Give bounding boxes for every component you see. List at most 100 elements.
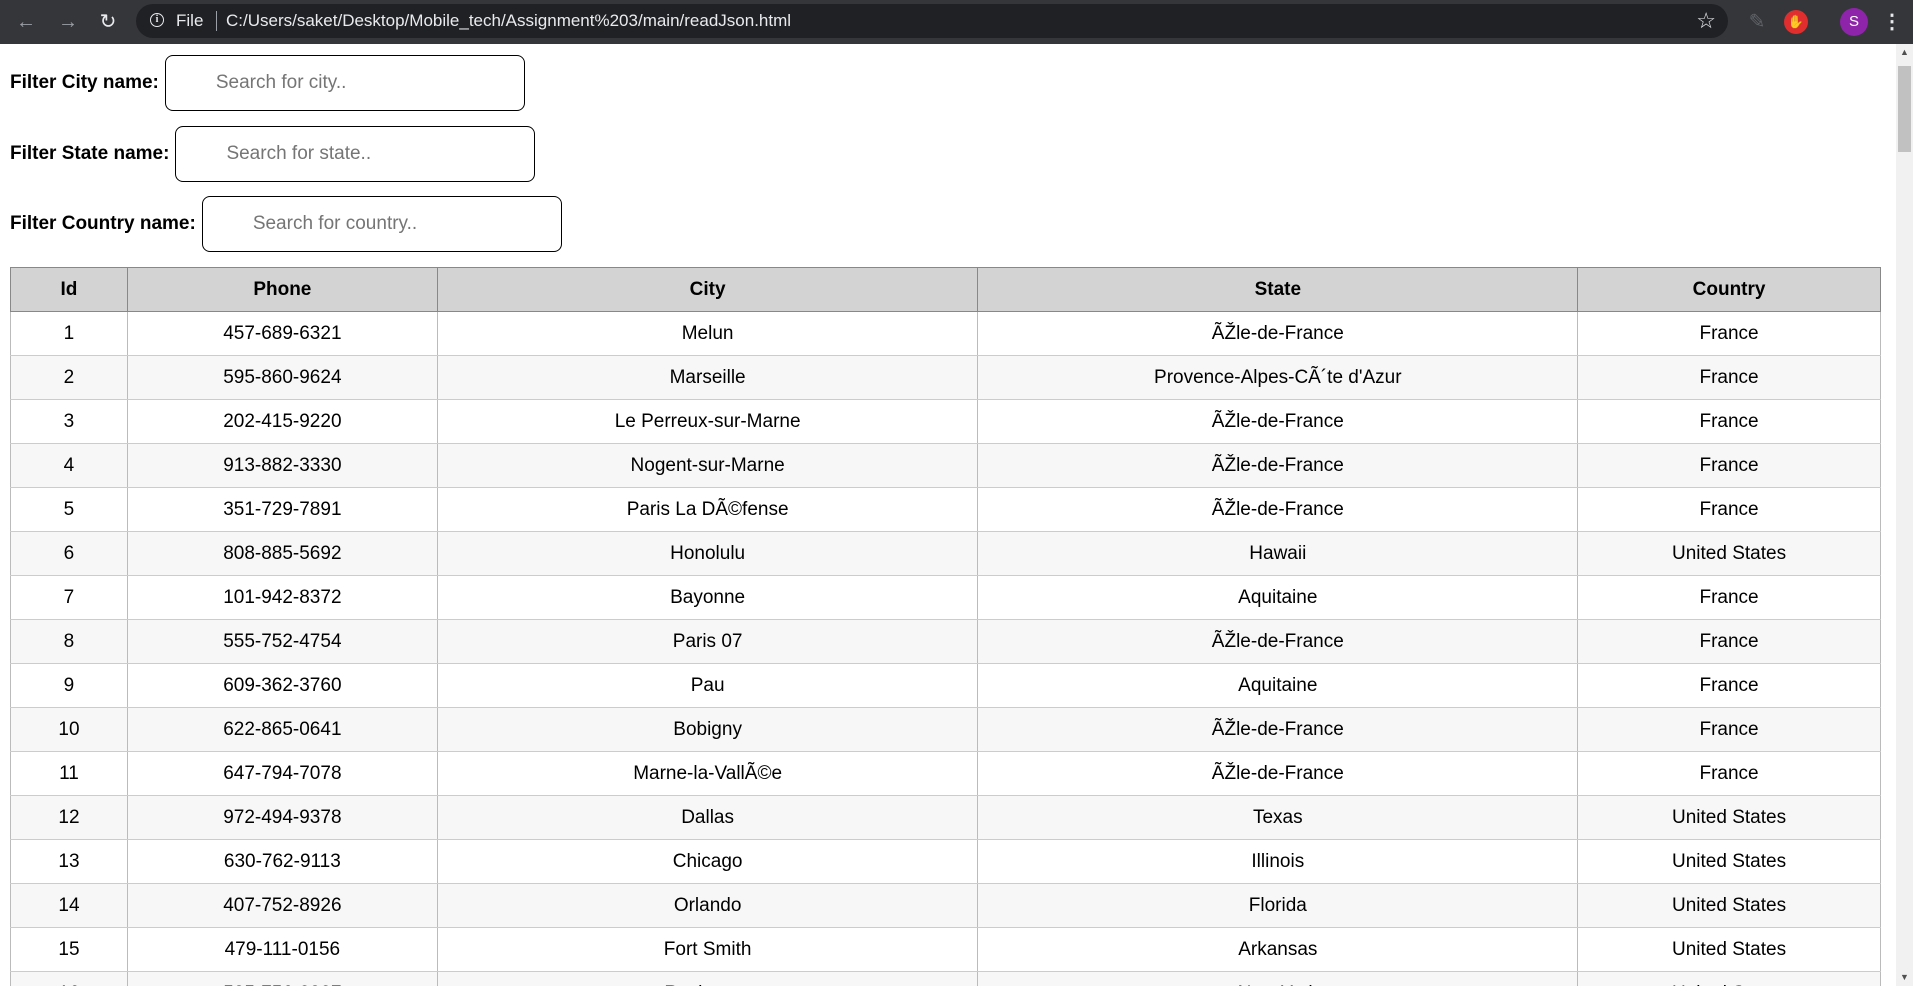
- table-row: 1 457-689-6321 Melun ÃŽle-de-France France: [10, 311, 1881, 356]
- table-row: 6 808-885-5692 Honolulu Hawaii United States: [10, 531, 1881, 576]
- cell-city: Dallas: [436, 795, 979, 840]
- vertical-scrollbar[interactable]: ▲ ▼: [1896, 44, 1913, 986]
- pencil-extension-icon[interactable]: ✎: [1745, 10, 1769, 34]
- cell-id: 1: [10, 311, 128, 356]
- cell-phone: 457-689-6321: [126, 311, 438, 356]
- cell-id: 10: [10, 707, 128, 752]
- cell-city: Honolulu: [436, 531, 979, 576]
- cell-country: France: [1577, 575, 1881, 620]
- table-row: 12 972-494-9378 Dallas Texas United States: [10, 795, 1881, 840]
- cell-city: Bobigny: [436, 707, 979, 752]
- country-filter-label: Filter Country name:: [10, 213, 196, 234]
- table-row: 11 647-794-7078 Marne-la-VallÃ©e ÃŽle-de-Fr…: [10, 751, 1881, 796]
- cell-state: Arkansas: [977, 927, 1579, 972]
- state-search-input[interactable]: [175, 126, 536, 182]
- cell-city: Paris 07: [436, 619, 979, 664]
- cell-country: France: [1577, 619, 1881, 664]
- cell-id: 2: [10, 355, 128, 400]
- cell-phone: 630-762-9113: [126, 839, 438, 884]
- cell-city: Orlando: [436, 883, 979, 928]
- cell-state: ÃŽle-de-France: [977, 751, 1579, 796]
- forward-arrow-icon[interactable]: →: [54, 8, 82, 36]
- cell-country: United States: [1577, 839, 1881, 884]
- cell-state: Hawaii: [977, 531, 1579, 576]
- table-row: 16585-756-2327RochesterNew YorkUnited St…: [10, 971, 1881, 986]
- scheme-label: File: [176, 11, 204, 30]
- cell-phone: 972-494-9378: [126, 795, 438, 840]
- cell-state: ÃŽle-de-France: [977, 619, 1579, 664]
- browser-toolbar: ← → ↻ i File C:/Users/saket/Desktop/Mobi…: [0, 0, 1913, 44]
- cell-id: 13: [10, 839, 128, 884]
- cell-state: ÃŽle-de-France: [977, 443, 1579, 488]
- cell-city: Paris La DÃ©fense: [436, 487, 979, 532]
- scroll-down-arrow-icon[interactable]: ▼: [1896, 969, 1913, 986]
- cell-city: Melun: [436, 311, 979, 356]
- cell-city: Chicago: [436, 839, 979, 884]
- cell-city: Marne-la-VallÃ©e: [436, 751, 979, 796]
- table-body: 1 457-689-6321 Melun ÃŽle-de-France France 2 5…: [10, 311, 1881, 986]
- cell-phone: 647-794-7078: [126, 751, 438, 796]
- cell-state: Illinois: [977, 839, 1579, 884]
- table-row: 10 622-865-0641 Bobigny ÃŽle-de-France Franc…: [10, 707, 1881, 752]
- cell-state: ÃŽle-de-France: [977, 707, 1579, 752]
- table-row: 14 407-752-8926 Orlando Florida United State…: [10, 883, 1881, 928]
- table-row: 15 479-111-0156 Fort Smith Arkansas United S…: [10, 927, 1881, 972]
- cell-phone: 351-729-7891: [126, 487, 438, 532]
- menu-dots-icon[interactable]: ⋮: [1882, 8, 1902, 36]
- bookmark-star-icon[interactable]: ☆: [1696, 8, 1716, 34]
- table-row: 8 555-752-4754 Paris 07 ÃŽle-de-France Franc…: [10, 619, 1881, 664]
- cell-country: France: [1577, 751, 1881, 796]
- country-filter: Filter Country name:: [10, 196, 562, 252]
- cell-phone: 585-756-2327: [126, 971, 438, 986]
- cell-country: France: [1577, 399, 1881, 444]
- cell-state: Texas: [977, 795, 1579, 840]
- stop-extension-icon[interactable]: ✋: [1784, 10, 1808, 34]
- cell-id: 16: [10, 971, 128, 986]
- cell-phone: 913-882-3330: [126, 443, 438, 488]
- cell-state: New York: [977, 971, 1579, 986]
- state-filter: Filter State name:: [10, 126, 536, 182]
- divider: [216, 11, 217, 31]
- column-header-city: City: [436, 267, 979, 312]
- cell-country: United States: [1577, 971, 1881, 986]
- cell-id: 12: [10, 795, 128, 840]
- back-arrow-icon[interactable]: ←: [12, 8, 40, 36]
- city-search-input[interactable]: [164, 55, 525, 111]
- cell-city: Pau: [436, 663, 979, 708]
- column-header-phone: Phone: [126, 267, 438, 312]
- url-text[interactable]: C:/Users/saket/Desktop/Mobile_tech/Assig…: [226, 11, 791, 31]
- cell-state: Aquitaine: [977, 663, 1579, 708]
- table-row: 3 202-415-9220 Le Perreux-sur-Marne ÃŽle-de…: [10, 399, 1881, 444]
- table-row: 2 595-860-9624 Marseille Provence-Alpes-CÃ´…: [10, 355, 1881, 400]
- state-filter-label: Filter State name:: [10, 143, 170, 164]
- cell-phone: 479-111-0156: [126, 927, 438, 972]
- profile-avatar[interactable]: S: [1840, 8, 1868, 36]
- cell-country: United States: [1577, 927, 1881, 972]
- cell-city: Rochester: [436, 971, 979, 986]
- cell-country: United States: [1577, 531, 1881, 576]
- cell-state: Aquitaine: [977, 575, 1579, 620]
- column-header-id: Id: [10, 267, 128, 312]
- cell-state: Florida: [977, 883, 1579, 928]
- cell-id: 8: [10, 619, 128, 664]
- cell-id: 6: [10, 531, 128, 576]
- country-search-input[interactable]: [201, 196, 562, 252]
- table-row: 7 101-942-8372 Bayonne Aquitaine France: [10, 575, 1881, 620]
- cell-city: Bayonne: [436, 575, 979, 620]
- address-bar[interactable]: i File C:/Users/saket/Desktop/Mobile_tec…: [136, 4, 1728, 38]
- cell-phone: 407-752-8926: [126, 883, 438, 928]
- cell-phone: 622-865-0641: [126, 707, 438, 752]
- info-icon[interactable]: i: [150, 13, 164, 27]
- cell-city: Marseille: [436, 355, 979, 400]
- cell-phone: 609-362-3760: [126, 663, 438, 708]
- cell-phone: 808-885-5692: [126, 531, 438, 576]
- scrollbar-thumb[interactable]: [1898, 66, 1911, 152]
- cell-country: France: [1577, 663, 1881, 708]
- city-filter-label: Filter City name:: [10, 72, 159, 93]
- scroll-up-arrow-icon[interactable]: ▲: [1896, 44, 1913, 61]
- cell-state: ÃŽle-de-France: [977, 487, 1579, 532]
- reload-icon[interactable]: ↻: [94, 8, 122, 36]
- page-viewport: Filter City name: Filter State name: Fil…: [0, 44, 1896, 986]
- cell-id: 3: [10, 399, 128, 444]
- cell-id: 14: [10, 883, 128, 928]
